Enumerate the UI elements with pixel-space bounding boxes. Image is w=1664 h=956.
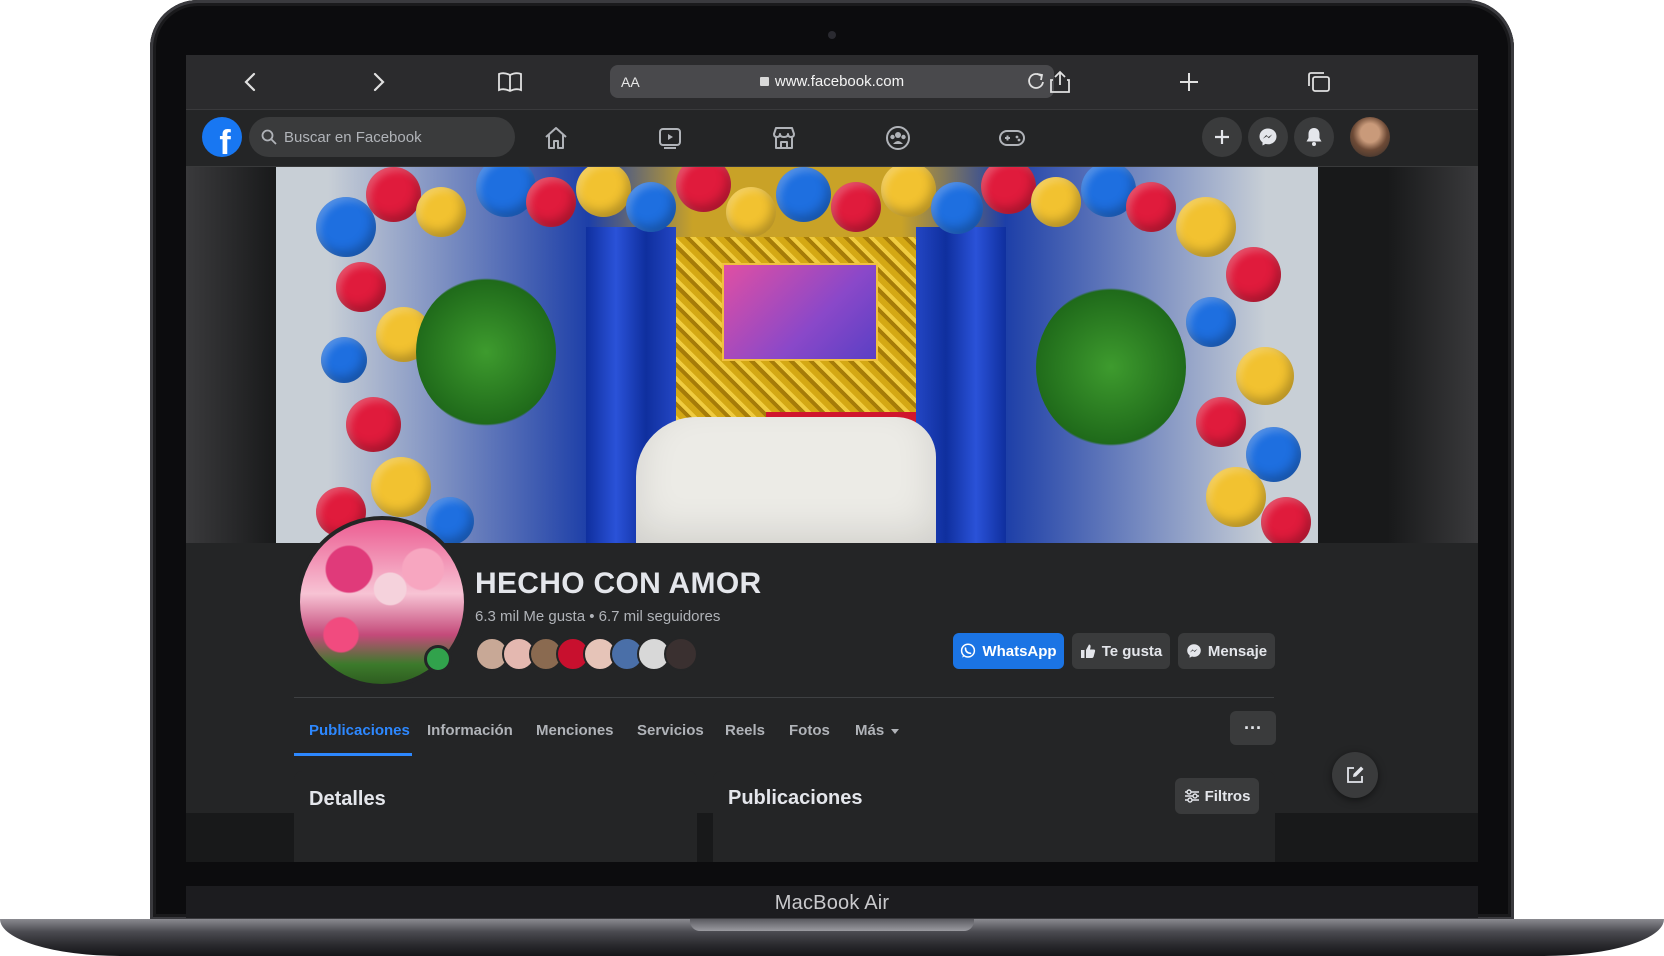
balloon xyxy=(1236,347,1294,405)
more-options-button[interactable]: ··· xyxy=(1230,711,1276,745)
tab-reels[interactable]: Reels xyxy=(725,705,765,755)
message-button[interactable]: Mensaje xyxy=(1178,633,1275,669)
balloon xyxy=(776,167,831,222)
balloon xyxy=(336,262,386,312)
details-title: Detalles xyxy=(309,788,386,810)
details-card: Detalles xyxy=(294,771,697,862)
forward-icon[interactable] xyxy=(366,69,392,95)
search-placeholder: Buscar en Facebook xyxy=(284,129,422,146)
screen: AA www.facebook.com f Buscar en Facebook xyxy=(186,55,1478,862)
edit-icon xyxy=(1347,766,1364,783)
like-button[interactable]: Te gusta xyxy=(1072,633,1170,669)
balloon xyxy=(1196,397,1246,447)
new-tab-icon[interactable] xyxy=(1176,69,1202,95)
facebook-logo[interactable]: f xyxy=(202,117,242,157)
page-tabs: Publicaciones Información Menciones Serv… xyxy=(294,705,1274,756)
cover-photo[interactable] xyxy=(276,167,1318,554)
balloon xyxy=(1031,177,1081,227)
filters-label: Filtros xyxy=(1204,787,1251,805)
search-input[interactable]: Buscar en Facebook xyxy=(249,117,515,157)
balloon xyxy=(346,397,401,452)
whatsapp-icon xyxy=(961,643,976,658)
follower-avatar[interactable] xyxy=(664,637,698,671)
bookmarks-icon[interactable] xyxy=(497,69,523,95)
balloon xyxy=(526,177,576,227)
balloon xyxy=(931,182,983,234)
balloon xyxy=(1261,497,1311,547)
balloon xyxy=(981,167,1036,214)
webcam xyxy=(828,31,836,39)
messenger-icon[interactable] xyxy=(1248,117,1288,157)
cover-sign xyxy=(722,263,878,361)
watch-icon[interactable] xyxy=(654,122,686,154)
cover-greenery xyxy=(1036,287,1186,447)
groups-icon[interactable] xyxy=(882,122,914,154)
filters-button[interactable]: Filtros xyxy=(1175,778,1259,814)
balloon xyxy=(321,337,367,383)
page-title: HECHO CON AMOR xyxy=(475,567,762,600)
compose-message-button[interactable] xyxy=(1332,752,1378,798)
tab-mas[interactable]: Más xyxy=(855,705,900,755)
messenger-icon xyxy=(1187,644,1201,658)
active-tab-indicator xyxy=(294,753,412,756)
tab-menciones[interactable]: Menciones xyxy=(536,705,614,755)
caret-down-icon xyxy=(891,728,900,734)
gaming-icon[interactable] xyxy=(996,122,1028,154)
balloon xyxy=(1226,247,1281,302)
balloon xyxy=(1186,297,1236,347)
posts-card: Publicaciones Filtros xyxy=(713,771,1275,862)
url-text: www.facebook.com xyxy=(774,73,905,90)
home-icon[interactable] xyxy=(540,122,572,154)
page-stats[interactable]: 6.3 mil Me gusta • 6.7 mil seguidores xyxy=(475,608,720,625)
cover-greenery xyxy=(416,277,556,427)
balloon xyxy=(366,167,421,222)
balloon xyxy=(1206,467,1266,527)
tab-publicaciones[interactable]: Publicaciones xyxy=(309,705,410,755)
cover-sofa xyxy=(636,417,936,554)
balloon xyxy=(1176,197,1236,257)
posts-title: Publicaciones xyxy=(728,787,863,809)
notifications-icon[interactable] xyxy=(1294,117,1334,157)
balloon xyxy=(576,167,631,217)
whatsapp-label: WhatsApp xyxy=(982,642,1057,660)
tab-informacion[interactable]: Información xyxy=(427,705,513,755)
balloon xyxy=(676,167,731,212)
balloon xyxy=(416,187,466,237)
balloon xyxy=(831,182,881,232)
account-avatar[interactable] xyxy=(1350,117,1390,157)
create-icon[interactable] xyxy=(1202,117,1242,157)
online-status-dot xyxy=(424,645,452,673)
tabs-overview-icon[interactable] xyxy=(1306,69,1332,95)
thumbs-up-icon xyxy=(1080,644,1095,658)
tab-fotos[interactable]: Fotos xyxy=(789,705,830,755)
balloon xyxy=(881,167,936,217)
tab-servicios[interactable]: Servicios xyxy=(637,705,704,755)
lock-icon xyxy=(759,77,769,86)
marketplace-icon[interactable] xyxy=(768,122,800,154)
balloon xyxy=(626,182,676,232)
balloon xyxy=(316,197,376,257)
balloon xyxy=(1126,182,1176,232)
laptop-notch xyxy=(690,919,974,931)
address-bar[interactable]: AA www.facebook.com xyxy=(610,65,1054,98)
facebook-header: f Buscar en Facebook xyxy=(186,110,1478,167)
share-icon[interactable] xyxy=(1047,69,1073,95)
balloon xyxy=(726,187,776,237)
device-label: MacBook Air xyxy=(774,892,890,914)
filter-sliders-icon xyxy=(1184,789,1199,803)
balloon xyxy=(371,457,431,517)
reload-icon[interactable] xyxy=(1026,71,1046,91)
back-icon[interactable] xyxy=(237,69,263,95)
follower-avatars[interactable] xyxy=(475,637,705,671)
safari-toolbar: AA www.facebook.com xyxy=(186,55,1478,110)
header-divider xyxy=(294,697,1274,698)
like-label: Te gusta xyxy=(1101,642,1163,660)
whatsapp-button[interactable]: WhatsApp xyxy=(953,633,1064,669)
message-label: Mensaje xyxy=(1207,642,1268,660)
search-icon xyxy=(261,129,277,145)
